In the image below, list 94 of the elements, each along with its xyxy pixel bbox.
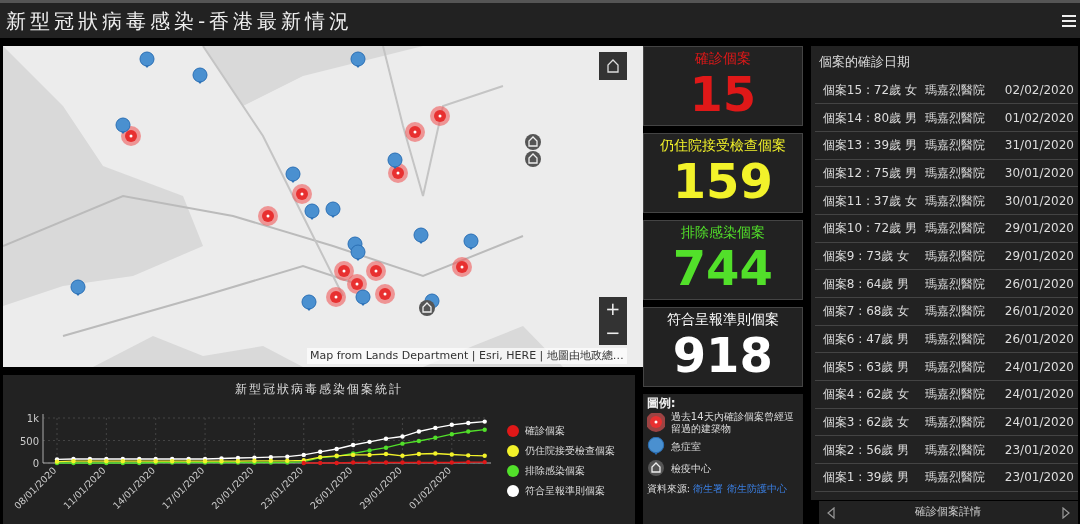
legend-title: 圖例: [646,397,677,409]
case-row[interactable]: 個案6 : 47歲 男 瑪嘉烈醫院 26/01/2020 [814,325,1078,354]
date-text: 29/01/2020 [1004,220,1075,238]
legend-label: 確診個案 [525,423,565,438]
hospital-name: 瑪嘉烈醫院 [924,414,986,432]
details-label[interactable]: 確診個案詳情 [915,504,982,521]
case-label: 個案3 : 62歲 女 [822,414,911,432]
axis-tick-label: 0 [32,458,39,469]
case-row[interactable]: 個案9 : 73歲 女 瑪嘉烈醫院 29/01/2020 [814,242,1078,271]
date-text: 29/01/2020 [1004,247,1075,265]
source-link[interactable]: 衛生防護中心 [726,483,787,494]
date-text: 23/01/2020 [1004,469,1075,487]
hospital-name: 瑪嘉烈醫院 [924,441,986,459]
hospital-name: 瑪嘉烈醫院 [924,331,986,349]
date-text: 31/01/2020 [1004,137,1075,155]
source-link[interactable]: 衛生署 [693,483,724,494]
case-label: 個案10 : 72歲 男 [822,220,918,238]
next-button[interactable] [1062,506,1070,519]
pin-icon [646,437,665,457]
case-row[interactable]: 個案12 : 75歲 男 瑪嘉烈醫院 30/01/2020 [814,159,1078,188]
case-label: 個案6 : 47歲 男 [822,331,911,349]
date-text: 26/01/2020 [1004,303,1075,321]
hospital-name: 瑪嘉烈醫院 [924,358,986,376]
hospital-name: 瑪嘉烈醫院 [924,247,986,265]
stat-label: 確診個案 [694,49,751,67]
case-label: 個案13 : 39歲 男 [822,137,918,155]
date-text: 26/01/2020 [1004,275,1075,293]
case-label: 個案2 : 56歲 男 [822,441,911,459]
menu-icon[interactable] [1062,14,1076,27]
hospital-name: 瑪嘉烈醫院 [924,469,986,487]
hospital-name: 瑪嘉烈醫院 [924,81,986,99]
case-row[interactable]: 個案15 : 72歲 女 瑪嘉烈醫院 02/02/2020 [814,76,1078,105]
case-row[interactable]: 個案11 : 37歲 女 瑪嘉烈醫院 30/01/2020 [814,187,1078,215]
case-label: 個案12 : 75歲 男 [822,164,918,182]
previous-button[interactable] [826,506,835,519]
window-title: 新型冠狀病毒感染-香港最新情況 [6,7,354,35]
stat-label: 排除感染個案 [680,223,765,241]
stat-label: 符合呈報準則個案 [666,310,779,328]
hospital-name: 瑪嘉烈醫院 [924,164,986,182]
case-row[interactable]: 個案8 : 64歲 男 瑪嘉烈醫院 26/01/2020 [814,270,1078,298]
legend-label: 檢疫中心 [670,463,712,475]
case-row[interactable]: 個案5 : 63歲 男 瑪嘉烈醫院 24/01/2020 [814,353,1078,382]
stat-value: 918 [672,328,773,382]
case-label: 個案1 : 39歲 男 [822,469,911,487]
date-text: 26/01/2020 [1004,331,1075,349]
source-label: 資料來源: [646,483,691,494]
hospital-name: 瑪嘉烈醫院 [924,220,986,238]
date-text: 24/01/2020 [1004,358,1075,376]
case-label: 個案8 : 64歲 男 [822,275,911,293]
home-button[interactable] [598,52,627,80]
date-text: 30/01/2020 [1004,192,1075,210]
case-label: 個案5 : 63歲 男 [822,358,911,376]
stat-label: 仍住院接受檢查個案 [659,136,786,154]
case-row[interactable]: 個案2 : 56歲 男 瑪嘉烈醫院 23/01/2020 [814,436,1078,465]
list-title: 個案的確診日期 [817,53,911,71]
hospital-name: 瑪嘉烈醫院 [924,386,986,404]
date-text: 24/01/2020 [1004,414,1075,432]
hospital-name: 瑪嘉烈醫院 [924,192,986,210]
chart-title: 新型冠狀病毒感染個案統計 [233,381,404,398]
date-text: 24/01/2020 [1004,386,1075,404]
case-label: 個案15 : 72歲 女 [822,81,918,99]
case-label: 個案7 : 68歲 女 [822,303,911,321]
date-text: 23/01/2020 [1004,441,1075,459]
case-label: 個案14 : 80歲 男 [822,109,918,127]
stat-value: 744 [672,241,773,295]
case-row[interactable]: 個案14 : 80歲 男 瑪嘉烈醫院 01/02/2020 [814,104,1078,132]
stat-value: 15 [689,67,757,121]
legend-label: 過去14天內確診個案曾經逗留過的建築物 [670,411,795,435]
date-text: 01/02/2020 [1004,109,1075,127]
case-label: 個案9 : 73歲 女 [822,247,911,265]
hospital-name: 瑪嘉烈醫院 [924,303,986,321]
axis-tick-label: 500 [19,435,39,447]
hospital-name: 瑪嘉烈醫院 [924,109,986,127]
legend-label: 排除感染個案 [525,464,585,478]
case-label: 個案11 : 37歲 女 [822,192,918,210]
case-label: 個案4 : 62歲 女 [822,386,911,404]
home-icon [604,58,621,74]
legend-label: 急症室 [670,441,702,453]
hospital-name: 瑪嘉烈醫院 [924,275,986,293]
heat-spot-icon [646,413,665,433]
date-text: 02/02/2020 [1004,81,1075,99]
case-row[interactable]: 個案13 : 39歲 男 瑪嘉烈醫院 31/01/2020 [814,131,1078,160]
legend-label: 仍住院接受檢查個案 [525,443,615,458]
hospital-name: 瑪嘉烈醫院 [924,137,986,155]
case-row[interactable]: 個案4 : 62歲 女 瑪嘉烈醫院 24/01/2020 [814,381,1078,409]
case-row[interactable]: 個案7 : 68歲 女 瑪嘉烈醫院 26/01/2020 [814,298,1078,326]
stat-value: 159 [672,154,773,208]
legend-label: 符合呈報準則個案 [525,484,605,499]
case-row[interactable]: 個案1 : 39歲 男 瑪嘉烈醫院 23/01/2020 [814,464,1078,492]
axis-tick-label: 1k [26,413,39,424]
case-row[interactable]: 個案3 : 62歲 女 瑪嘉烈醫院 24/01/2020 [814,408,1078,437]
case-row[interactable]: 個案10 : 72歲 男 瑪嘉烈醫院 29/01/2020 [814,214,1078,243]
date-text: 30/01/2020 [1004,164,1075,182]
house-icon [646,459,665,479]
